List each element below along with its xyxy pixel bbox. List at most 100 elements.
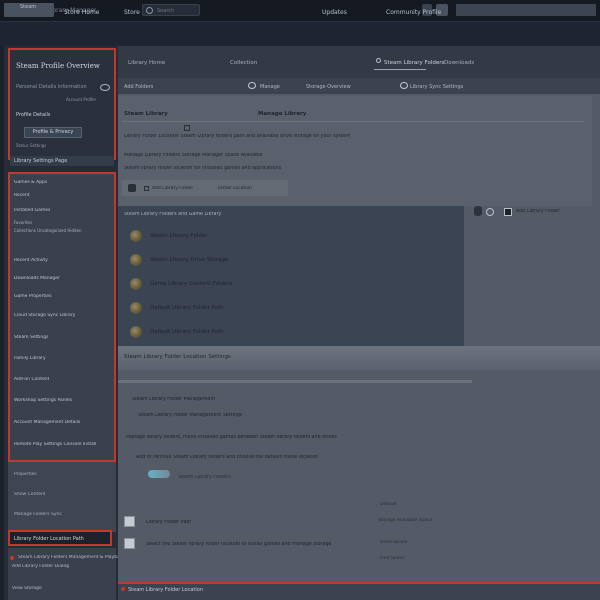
search-icon: [146, 7, 153, 14]
sync-icon[interactable]: [400, 82, 408, 89]
row-checkbox[interactable]: [144, 186, 149, 191]
tab-library-home[interactable]: Library Home: [128, 60, 165, 66]
tab-library-folders[interactable]: Steam Library Folders: [384, 60, 444, 66]
body-text: Steam Library Folder Management: [132, 397, 216, 402]
toolbar: [118, 78, 600, 94]
search-input[interactable]: [157, 7, 197, 14]
game-avatar: [130, 302, 142, 314]
meta-label: Drive Space: [380, 540, 408, 545]
menu-item-updates[interactable]: Updates: [322, 9, 347, 16]
profile-panel-meta: Status Settings: [16, 143, 47, 148]
sidebar-item[interactable]: Manage Folders Sync: [14, 512, 62, 517]
sidebar-item[interactable]: Downloads Manager: [14, 276, 60, 281]
sidebar-footer-item[interactable]: Add Library Folder Dialog: [12, 564, 69, 569]
library-folder-list: [118, 206, 464, 346]
folder-icon: [376, 58, 381, 63]
sidebar-item[interactable]: Collections Uncategorized Hidden: [14, 228, 82, 233]
list-item[interactable]: Game Library Content Folders: [150, 281, 233, 287]
toolbar-manage[interactable]: Manage: [260, 84, 280, 90]
checkbox[interactable]: [184, 125, 190, 131]
body-text: Steam Library Folder Management Settings: [138, 413, 243, 418]
body-text: Library Folder Path: [146, 520, 192, 525]
sidebar-item[interactable]: Steam Settings: [14, 335, 48, 340]
profile-privacy-button[interactable]: Profile & Privacy: [24, 127, 82, 138]
menu-item-community[interactable]: Community Profile: [386, 9, 441, 16]
alert-icon: [10, 556, 14, 560]
card-title-right[interactable]: Manage Library: [258, 111, 306, 117]
sidebar-selected-item-label: Library Folder Location Path: [14, 536, 84, 542]
card-text-line: Steam library folder location for instal…: [124, 166, 282, 171]
profile-panel-subtitle-2: Account Profile: [66, 97, 96, 102]
toolbar-storage[interactable]: Storage Overview: [306, 84, 351, 90]
add-library-folder-link[interactable]: Add Library Folder: [516, 209, 560, 214]
body-text: Select the Steam library folder location…: [146, 542, 332, 547]
sidebar-active-item-label: Library Settings Page: [14, 158, 68, 164]
body-text: Steam Library Folders: [178, 475, 231, 480]
sidebar-item[interactable]: Show Content: [14, 492, 45, 497]
card-text-line: Manage Library Folders Storage Manager S…: [124, 153, 263, 158]
sidebar-item[interactable]: Properties: [14, 472, 37, 477]
sidebar-item[interactable]: Cloud Storage Sync Library: [14, 313, 75, 318]
tab-downloads[interactable]: Downloads: [444, 60, 474, 66]
folder-icon[interactable]: [124, 516, 135, 527]
section-title: Steam Library Folder Location Settings: [124, 354, 231, 360]
sidebar-item[interactable]: Game Properties: [14, 294, 52, 299]
profile-panel-title: Steam Profile Overview: [16, 62, 100, 70]
footer-label[interactable]: Steam Library Folder Location: [128, 587, 203, 593]
add-checkbox[interactable]: [504, 208, 512, 216]
meta-label: Default: [380, 502, 397, 507]
tab-collection[interactable]: Collection: [230, 60, 257, 66]
sidebar-footer-item[interactable]: Steam Library Folders Management & Playb…: [18, 555, 125, 560]
sidebar-item[interactable]: Remote Play Settings Console Install: [14, 442, 96, 447]
profile-panel-heading: Profile Details: [16, 112, 51, 118]
sidebar-item[interactable]: Add-on Content: [14, 377, 49, 382]
window-controls-strip: [456, 4, 596, 16]
game-avatar: [130, 254, 142, 266]
sidebar-item[interactable]: Workshop Settings Panels: [14, 398, 72, 403]
meta-label: Free Space: [380, 556, 405, 561]
info-icon[interactable]: [486, 208, 494, 216]
sidebar-item[interactable]: Favorites: [14, 220, 32, 225]
sidebar-item[interactable]: Games & Apps: [14, 180, 47, 185]
search-box[interactable]: [142, 4, 200, 16]
status-toggle[interactable]: [148, 470, 170, 478]
list-item[interactable]: Steam Library Folder: [150, 233, 207, 239]
active-tab-indicator: [374, 69, 426, 70]
list-item[interactable]: Steam Library Drive Storage: [150, 257, 228, 263]
divider: [122, 121, 584, 122]
body-text: Add or remove Steam Library folders and …: [136, 455, 319, 460]
game-avatar: [130, 278, 142, 290]
toolbar-sync[interactable]: Library Sync Settings: [410, 84, 463, 90]
body-text: Manage library folders, move installed g…: [126, 435, 337, 440]
folder-icon[interactable]: [124, 538, 135, 549]
card-title: Steam Library: [124, 111, 168, 117]
menu-logo-label: Steam: [20, 4, 37, 10]
sidebar-item[interactable]: Recent: [14, 193, 30, 198]
sidebar-item[interactable]: Account Management Details: [14, 420, 80, 425]
card-text-line: Library Folder Location Steam Library fo…: [124, 134, 351, 139]
menu-item-store[interactable]: Store: [124, 9, 140, 16]
game-avatar: [130, 326, 142, 338]
list-item[interactable]: Default Library Folder Path: [150, 329, 224, 335]
gamepad-icon: [128, 184, 136, 192]
profile-panel-subtitle: Personal Details Information: [16, 84, 87, 90]
card-row-label-2: Install Location: [218, 186, 253, 191]
sidebar-footer-item[interactable]: View Storage: [12, 586, 42, 591]
game-avatar: [130, 230, 142, 242]
list-item[interactable]: Default Library Folder Path: [150, 305, 224, 311]
menu-bar: [0, 22, 600, 46]
card-row-label: Add Library Folder: [152, 186, 194, 191]
controller-icon[interactable]: [474, 206, 482, 216]
toolbar-add-folders[interactable]: Add Folders: [124, 84, 153, 90]
divider: [118, 380, 472, 383]
refresh-icon[interactable]: [100, 84, 110, 91]
main-header: [118, 46, 600, 78]
meta-label: Storage Available Space: [378, 518, 433, 523]
menu-item-store-home[interactable]: Store Home: [64, 9, 99, 16]
sidebar-item[interactable]: Family Library: [14, 356, 46, 361]
warning-icon: [121, 587, 125, 591]
settings-icon[interactable]: [248, 82, 256, 89]
sidebar-item[interactable]: Installed Games: [14, 208, 50, 213]
sidebar-item[interactable]: Recent Activity: [14, 258, 48, 263]
list-header: Steam Library Folders and Game Library: [124, 212, 222, 217]
